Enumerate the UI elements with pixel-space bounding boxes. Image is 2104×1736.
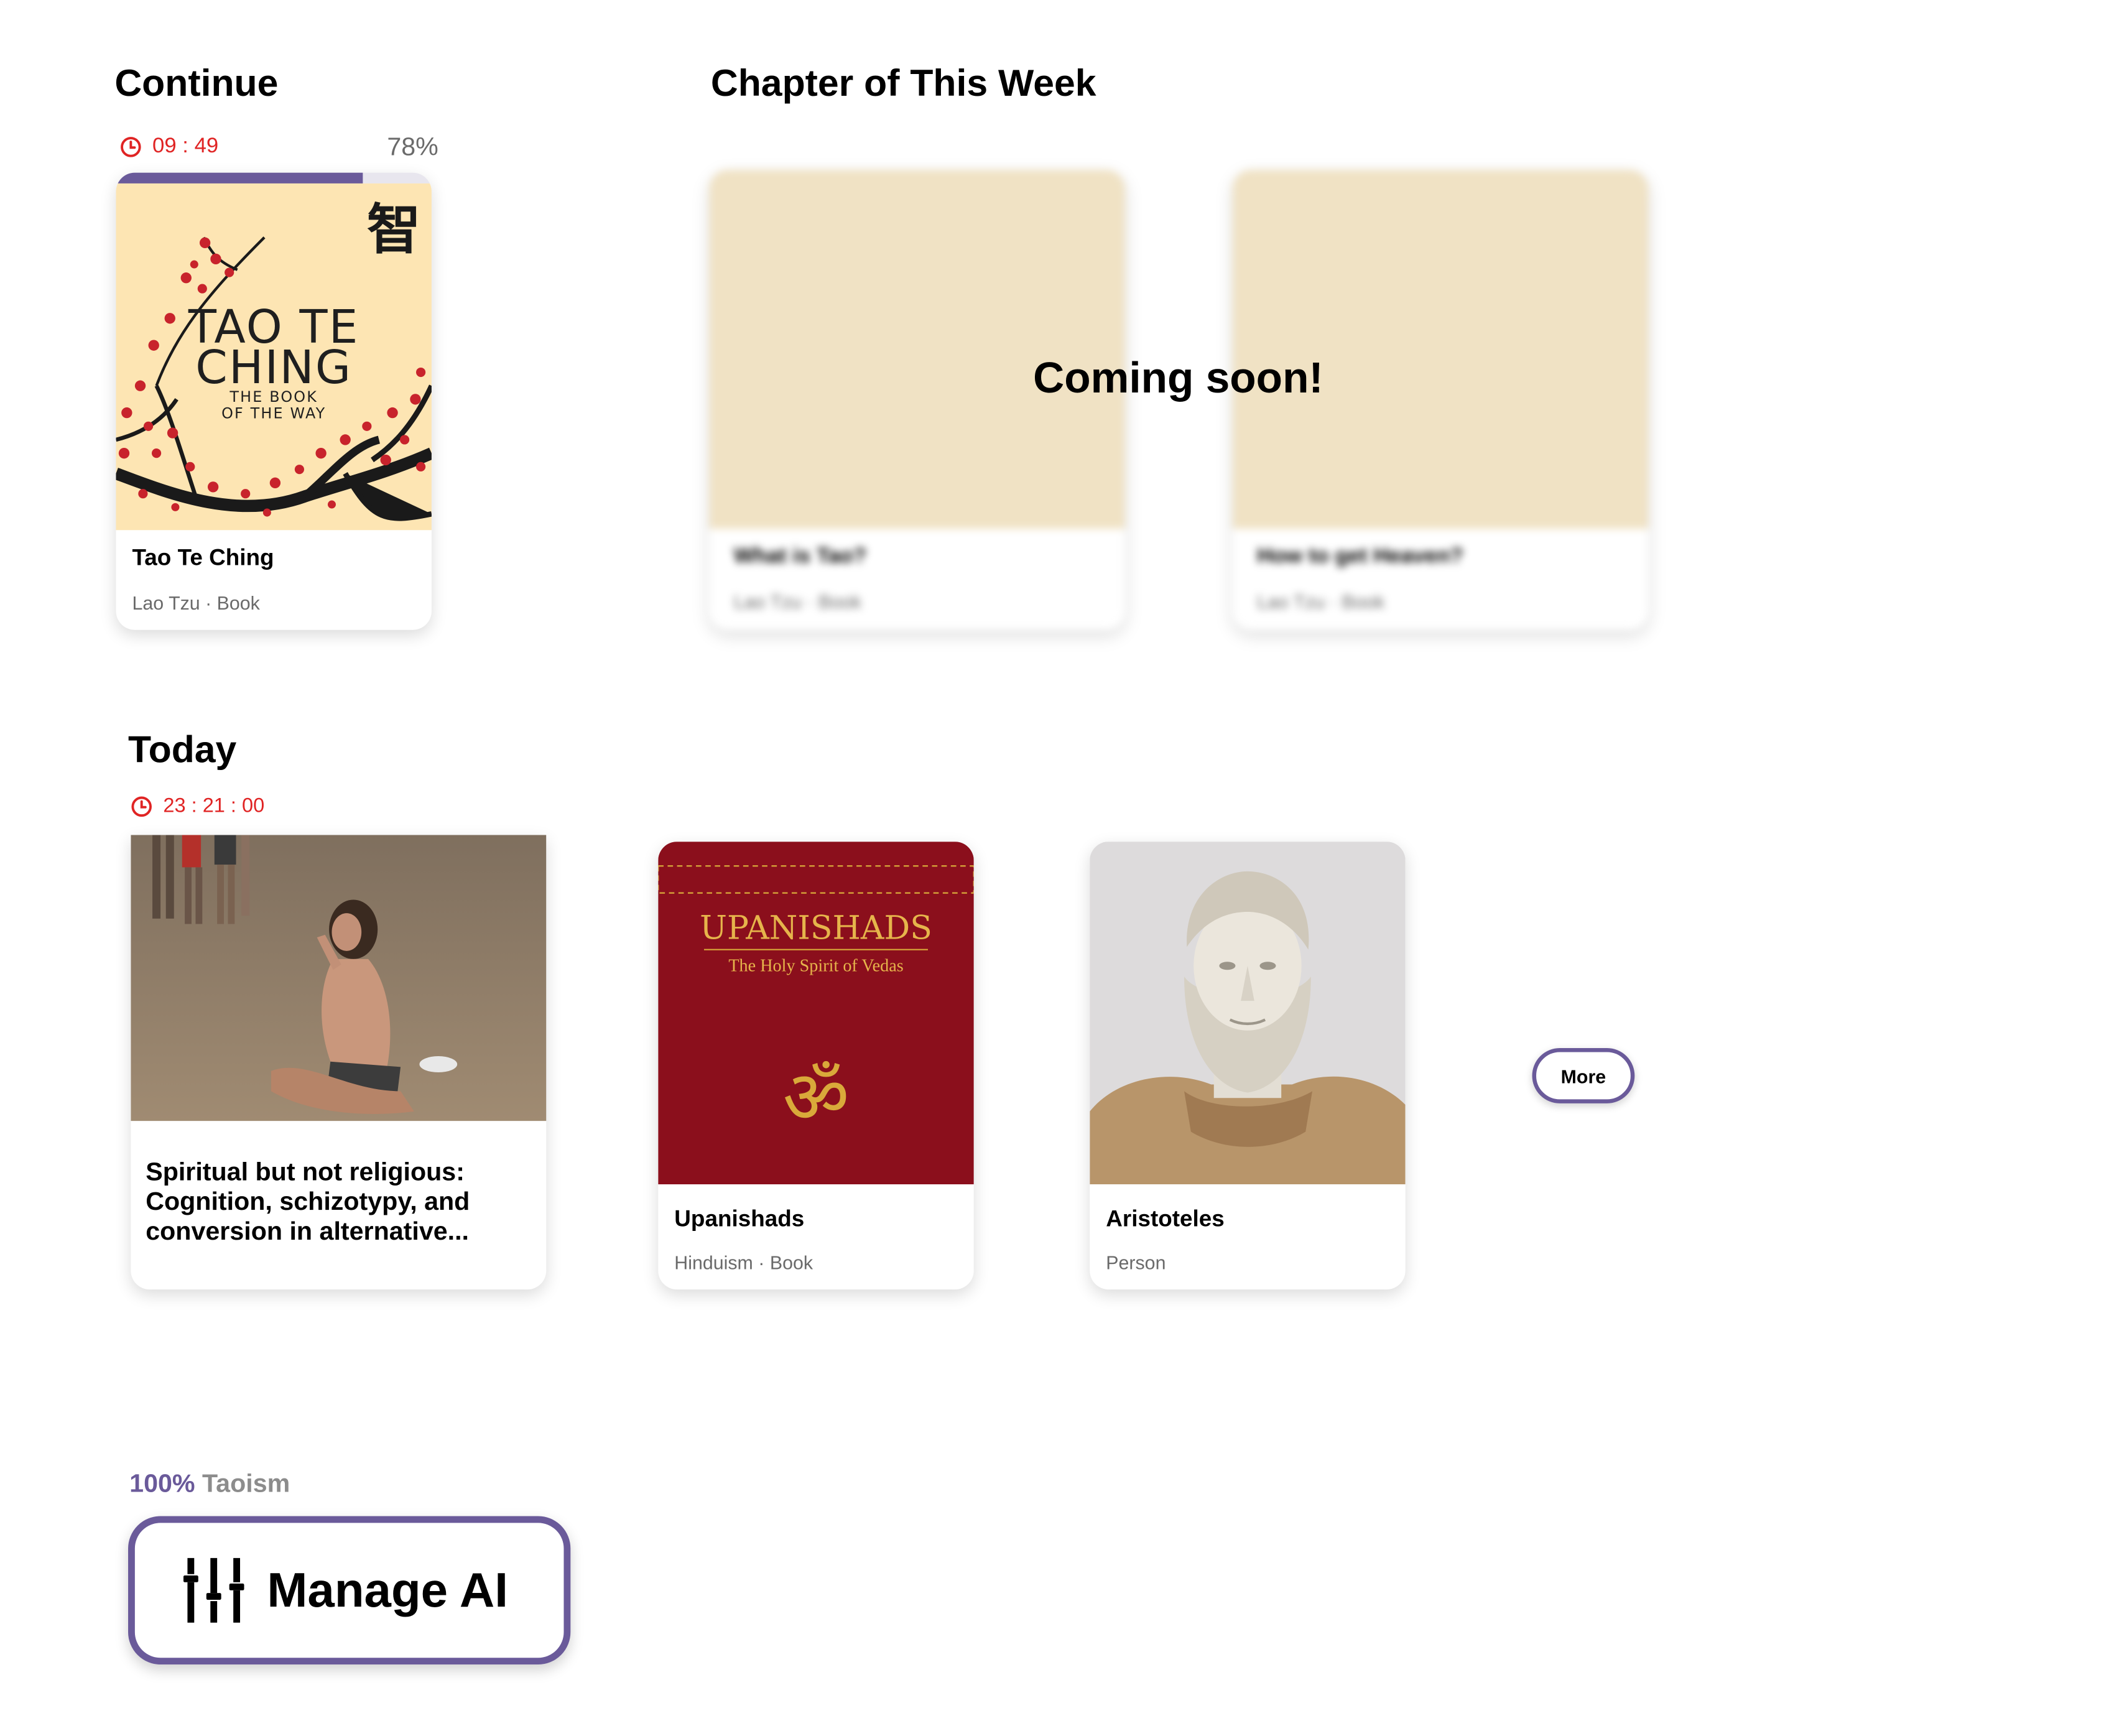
tao-te-ching-cover: TAO TE CHING THE BOOK OF THE WAY 智 (116, 183, 432, 531)
progress-fill (116, 172, 363, 183)
aristoteles-title: Aristoteles (1106, 1205, 1225, 1232)
upanishads-title: Upanishads (674, 1205, 805, 1232)
continue-heading: Continue (114, 62, 279, 104)
clock-icon (131, 796, 152, 817)
article-card[interactable]: Spiritual but not religious: Cognition, … (131, 835, 547, 1290)
aristoteles-card[interactable]: Aristoteles Person (1090, 842, 1406, 1290)
article-title: Spiritual but not religious: Cognition, … (146, 1158, 470, 1246)
coming-soon-overlay: Coming soon! (1033, 353, 1323, 402)
home-screen: Continue 09 : 49 78% TAO TE CHING THE BO… (0, 0, 2104, 1736)
clock-icon (121, 137, 141, 157)
cover-title: TAO TE CHING (188, 300, 359, 396)
upanishads-card[interactable]: UPANISHADS The Holy Spirit of Vedas ॐ Up… (658, 842, 974, 1290)
upanishads-cover-title: UPANISHADS (700, 909, 932, 947)
aristoteles-subtitle: Person (1106, 1251, 1166, 1274)
more-button[interactable]: More (1532, 1048, 1635, 1103)
chapter-week-heading: Chapter of This Week (710, 62, 1096, 104)
sliders-icon (183, 1557, 244, 1623)
chapter-card-image-placeholder (709, 170, 1125, 529)
topic-name: Taoism (202, 1470, 290, 1499)
topic-percent: 100% (129, 1470, 195, 1499)
manage-ai-button[interactable]: Manage AI (128, 1516, 571, 1665)
progress-percent: 78% (387, 133, 438, 162)
upanishads-subtitle: Hinduism · Book (674, 1251, 813, 1274)
meditating-man-photo (131, 835, 547, 1121)
om-symbol-icon: ॐ (782, 1054, 850, 1140)
chapter-card-subtitle: Lao Tzu · Book (733, 590, 862, 613)
continue-timer: 09 : 49 (120, 135, 218, 159)
chapter-card-image-placeholder (1233, 170, 1649, 529)
today-heading: Today (128, 728, 237, 771)
chapter-card-subtitle: Lao Tzu · Book (1257, 590, 1385, 613)
book-subtitle: Lao Tzu · Book (132, 592, 260, 614)
cover-subtitle: THE BOOK OF THE WAY (221, 388, 327, 422)
chapter-card-title: How to get Heaven? (1257, 545, 1463, 568)
today-timer-text: 23 : 21 : 00 (163, 794, 265, 818)
cover-glyph: 智 (366, 198, 421, 262)
continue-book-card[interactable]: TAO TE CHING THE BOOK OF THE WAY 智 Tao T… (116, 172, 432, 630)
aristotle-bust-photo (1090, 842, 1406, 1185)
continue-timer-text: 09 : 49 (152, 134, 219, 158)
upanishads-cover-subtitle: The Holy Spirit of Vedas (728, 955, 904, 975)
topic-progress: 100% Taoism (129, 1470, 290, 1500)
today-timer: 23 : 21 : 00 (131, 794, 264, 817)
manage-ai-label: Manage AI (267, 1562, 508, 1618)
progress-track (116, 172, 432, 183)
upanishads-cover: UPANISHADS The Holy Spirit of Vedas ॐ (658, 842, 974, 1185)
book-title: Tao Te Ching (132, 545, 274, 571)
chapter-card-title: What is Tao? (733, 545, 867, 568)
